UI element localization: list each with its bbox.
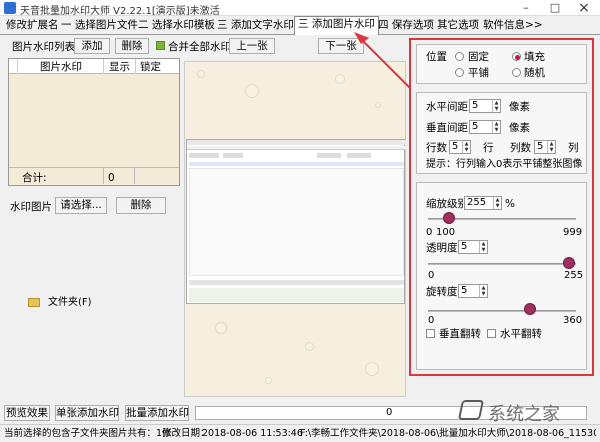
status-count: 当前选择的包含子文件夹图片共有：1张: [4, 428, 172, 439]
site-watermark: 系统之家: [457, 398, 598, 425]
preview-button[interactable]: 预览效果: [4, 405, 50, 421]
batch-add-button[interactable]: 批量添加水印: [125, 405, 189, 421]
site-logo-icon: [457, 400, 485, 420]
progress-text: 0: [386, 407, 393, 418]
annotation-arrow: [354, 32, 411, 89]
status-path: F:\李畅工作文件夹\2018-08-06\批量加水印大师\2018-08-06…: [300, 428, 596, 439]
single-add-button[interactable]: 单张添加水印: [55, 405, 119, 421]
site-watermark-text: 系统之家: [488, 404, 560, 425]
status-date-value: 2018-08-06 11:53:46: [202, 428, 303, 439]
